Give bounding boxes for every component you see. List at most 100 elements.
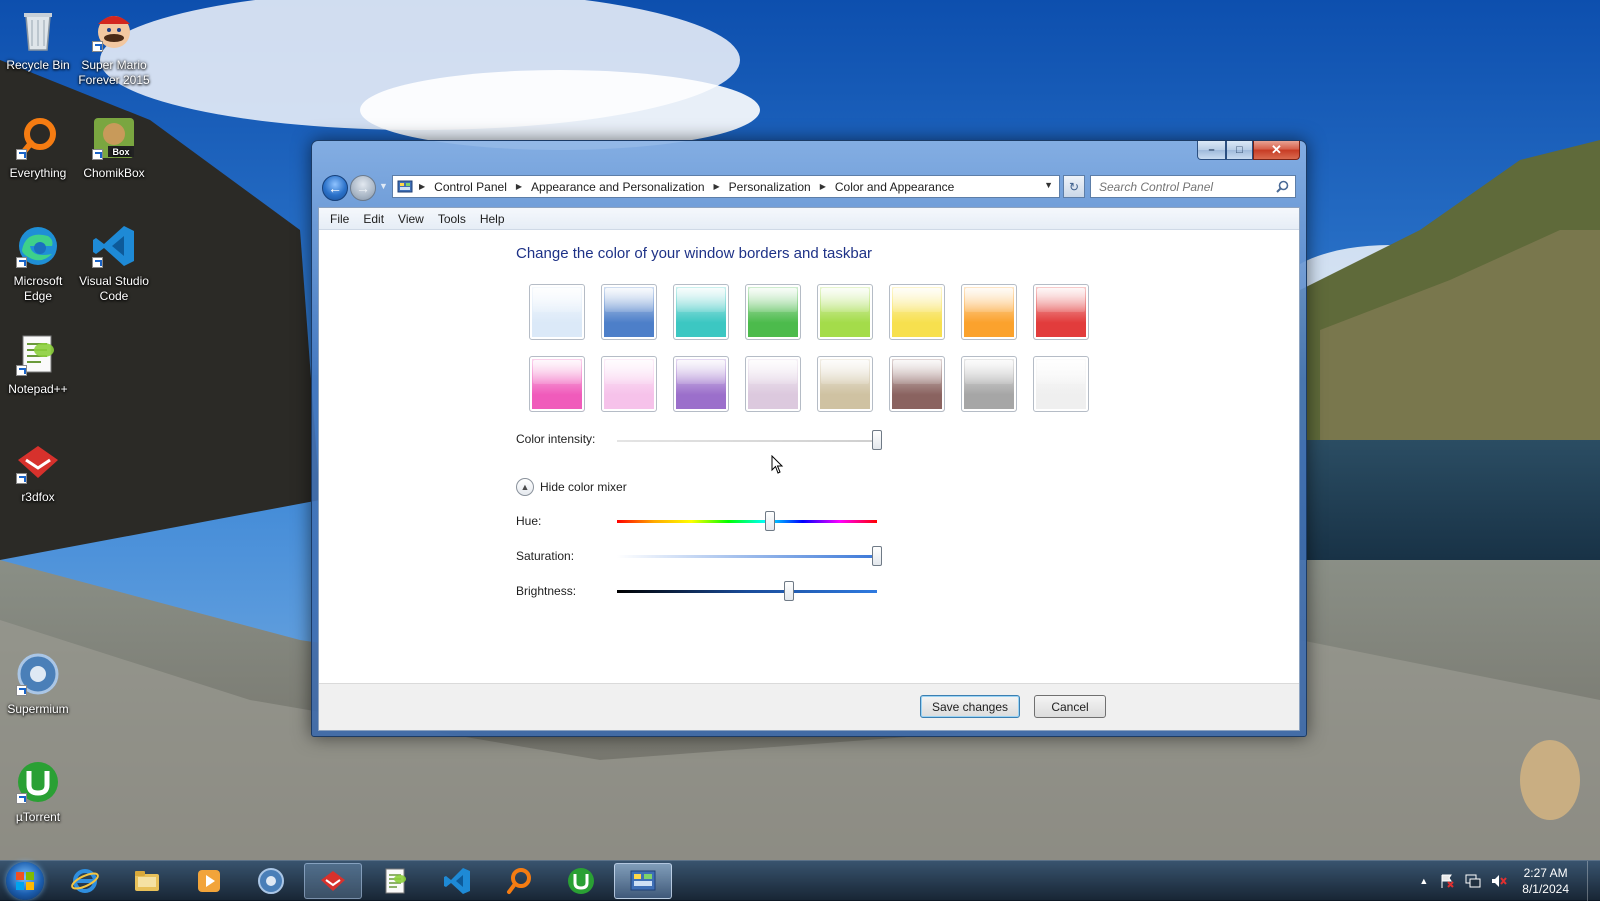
minimize-button[interactable]: – bbox=[1197, 141, 1226, 160]
control-panel-window[interactable]: – □ ✕ ← → ▼ ▶ Control Panel ▶ Appearance… bbox=[311, 140, 1307, 737]
breadcrumb-personalization[interactable]: Personalization bbox=[729, 180, 811, 194]
breadcrumb-appearance-personalization[interactable]: Appearance and Personalization bbox=[531, 180, 704, 194]
show-hidden-icons-button[interactable]: ▲ bbox=[1419, 876, 1428, 886]
volume-muted-icon[interactable] bbox=[1491, 873, 1508, 889]
maximize-button[interactable]: □ bbox=[1226, 141, 1253, 160]
desktop-icon-label: Recycle Bin bbox=[6, 58, 70, 72]
breadcrumb-control-panel[interactable]: Control Panel bbox=[434, 180, 507, 194]
slider-thumb[interactable] bbox=[783, 581, 794, 601]
saturation-slider[interactable] bbox=[617, 546, 882, 566]
swatch-gloss bbox=[821, 288, 869, 313]
taskbar-media-player[interactable] bbox=[180, 863, 238, 899]
swatch-gloss bbox=[677, 288, 725, 313]
color-swatch[interactable] bbox=[961, 284, 1017, 340]
slider-thumb[interactable] bbox=[872, 546, 882, 566]
window-client-area: File Edit View Tools Help Change the col… bbox=[318, 207, 1300, 731]
breadcrumb-separator-icon[interactable]: ▶ bbox=[516, 182, 522, 191]
cancel-button[interactable]: Cancel bbox=[1034, 695, 1106, 718]
desktop-icon-label: Microsoft Edge bbox=[13, 274, 63, 303]
color-swatch[interactable] bbox=[601, 284, 657, 340]
windows-logo-icon bbox=[16, 872, 34, 890]
color-swatch[interactable] bbox=[889, 284, 945, 340]
desktop-icon-super-mario[interactable]: Super Mario Forever 2015 bbox=[76, 6, 152, 88]
taskbar-control-panel[interactable] bbox=[614, 863, 672, 899]
show-desktop-button[interactable] bbox=[1587, 861, 1600, 901]
slider-thumb[interactable] bbox=[765, 511, 776, 531]
search-box[interactable] bbox=[1090, 175, 1296, 198]
forward-button[interactable]: → bbox=[350, 175, 376, 201]
color-swatch[interactable] bbox=[889, 356, 945, 412]
desktop-icon-label: ChomikBox bbox=[83, 166, 145, 180]
color-swatch[interactable] bbox=[745, 284, 801, 340]
slider-thumb[interactable] bbox=[872, 430, 882, 450]
menu-edit[interactable]: Edit bbox=[356, 212, 391, 226]
network-icon[interactable] bbox=[1465, 873, 1481, 889]
taskbar-r3dfox[interactable] bbox=[304, 863, 362, 899]
menu-file[interactable]: File bbox=[323, 212, 356, 226]
hue-slider[interactable] bbox=[617, 511, 877, 531]
color-swatch[interactable] bbox=[529, 356, 585, 412]
hide-color-mixer-toggle[interactable]: ▲ Hide color mixer bbox=[516, 478, 627, 496]
hide-color-mixer-label: Hide color mixer bbox=[540, 480, 627, 494]
back-button[interactable]: ← bbox=[322, 175, 348, 201]
navigation-bar: ← → ▼ ▶ Control Panel ▶ Appearance and P… bbox=[318, 174, 1300, 201]
color-swatch[interactable] bbox=[817, 284, 873, 340]
desktop-icon-everything[interactable]: Everything bbox=[0, 114, 76, 181]
clock-date: 8/1/2024 bbox=[1522, 882, 1569, 896]
close-button[interactable]: ✕ bbox=[1253, 141, 1300, 160]
recent-pages-dropdown[interactable]: ▼ bbox=[379, 181, 388, 191]
desktop-icon-label: Supermium bbox=[7, 702, 69, 716]
action-center-flag-icon[interactable] bbox=[1439, 873, 1455, 889]
address-dropdown-icon[interactable]: ▼ bbox=[1044, 180, 1053, 190]
swatch-gloss bbox=[533, 288, 581, 313]
start-button[interactable] bbox=[6, 862, 44, 900]
save-changes-button[interactable]: Save changes bbox=[920, 695, 1020, 718]
utorrent-icon bbox=[568, 868, 594, 894]
color-intensity-slider[interactable] bbox=[617, 430, 882, 450]
swatch-gloss bbox=[605, 360, 653, 385]
swatch-gloss bbox=[893, 360, 941, 385]
color-swatch[interactable] bbox=[1033, 284, 1089, 340]
everything-search-icon bbox=[507, 868, 531, 894]
search-icon[interactable] bbox=[1276, 180, 1289, 193]
color-swatch[interactable] bbox=[961, 356, 1017, 412]
supermium-icon bbox=[258, 868, 284, 894]
desktop-icon-chomikbox[interactable]: Box ChomikBox bbox=[76, 114, 152, 181]
address-bar[interactable]: ▶ Control Panel ▶ Appearance and Persona… bbox=[392, 175, 1060, 198]
color-swatch[interactable] bbox=[673, 356, 729, 412]
color-swatch[interactable] bbox=[529, 284, 585, 340]
taskbar-supermium[interactable] bbox=[242, 863, 300, 899]
color-swatch[interactable] bbox=[673, 284, 729, 340]
desktop-icon-label: Visual Studio Code bbox=[79, 274, 149, 303]
breadcrumb-separator-icon[interactable]: ▶ bbox=[714, 182, 720, 191]
breadcrumb-color-appearance[interactable]: Color and Appearance bbox=[835, 180, 954, 194]
desktop-icon-edge[interactable]: Microsoft Edge bbox=[0, 222, 76, 304]
menu-view[interactable]: View bbox=[391, 212, 431, 226]
taskbar-file-explorer[interactable] bbox=[118, 863, 176, 899]
desktop-icon-notepadpp[interactable]: Notepad++ bbox=[0, 330, 76, 397]
taskbar-utorrent[interactable] bbox=[552, 863, 610, 899]
refresh-button[interactable]: ↻ bbox=[1063, 175, 1085, 198]
menu-help[interactable]: Help bbox=[473, 212, 512, 226]
desktop-icon-utorrent[interactable]: µTorrent bbox=[0, 758, 76, 825]
swatch-gloss bbox=[1037, 360, 1085, 385]
desktop-icon-vscode[interactable]: Visual Studio Code bbox=[76, 222, 152, 304]
color-swatch[interactable] bbox=[817, 356, 873, 412]
color-swatch[interactable] bbox=[601, 356, 657, 412]
color-swatch[interactable] bbox=[745, 356, 801, 412]
breadcrumb-separator-icon[interactable]: ▶ bbox=[820, 182, 826, 191]
saturation-track bbox=[617, 555, 877, 558]
taskbar-notepadpp[interactable] bbox=[366, 863, 424, 899]
desktop-icon-recycle-bin[interactable]: Recycle Bin bbox=[0, 6, 76, 73]
taskbar-vscode[interactable] bbox=[428, 863, 486, 899]
taskbar-internet-explorer[interactable] bbox=[56, 863, 114, 899]
notepadpp-icon bbox=[385, 868, 406, 894]
desktop-icon-r3dfox[interactable]: r3dfox bbox=[0, 438, 76, 505]
search-input[interactable] bbox=[1097, 178, 1271, 195]
color-swatch[interactable] bbox=[1033, 356, 1089, 412]
brightness-slider[interactable] bbox=[617, 581, 877, 601]
menu-tools[interactable]: Tools bbox=[431, 212, 473, 226]
taskbar-everything[interactable] bbox=[490, 863, 548, 899]
desktop-icon-supermium[interactable]: Supermium bbox=[0, 650, 76, 717]
clock[interactable]: 2:27 AM 8/1/2024 bbox=[1522, 865, 1569, 897]
